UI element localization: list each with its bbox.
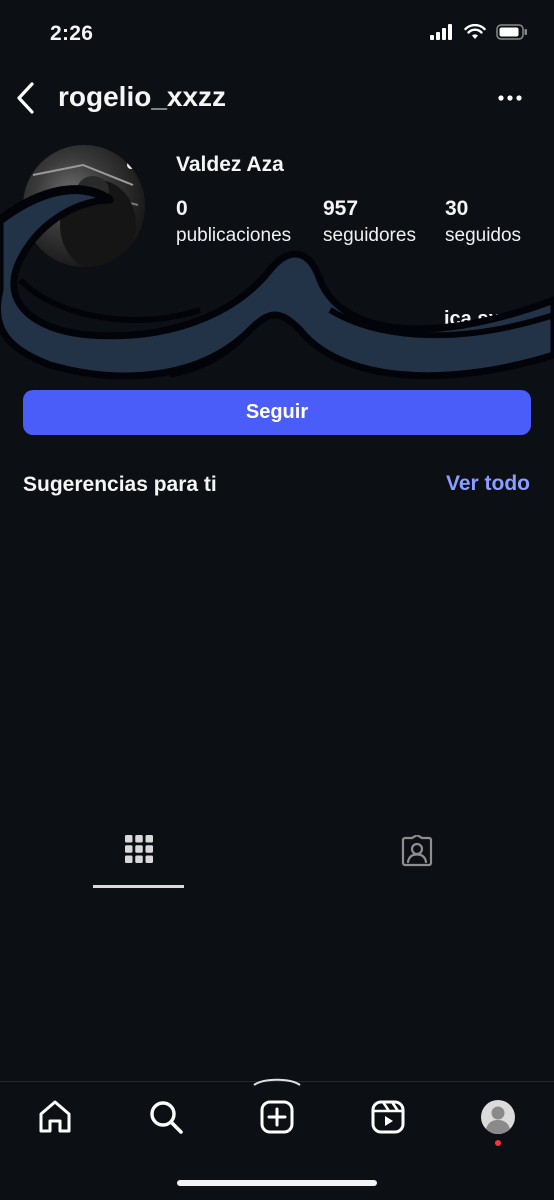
stat-following-label: seguidos — [445, 225, 522, 246]
notification-dot — [495, 1140, 501, 1146]
nav-create[interactable] — [255, 1095, 299, 1139]
profile-avatar[interactable] — [23, 145, 145, 267]
more-dots-icon — [498, 95, 522, 101]
see-all-link[interactable]: Ver todo — [446, 472, 530, 496]
stat-posts[interactable]: 0 publicaciones — [176, 197, 291, 247]
follow-button[interactable]: Seguir — [23, 390, 531, 435]
nav-profile[interactable] — [476, 1095, 520, 1139]
nav-home[interactable] — [33, 1095, 77, 1139]
stat-posts-label: publicaciones — [176, 225, 292, 246]
profile-icon — [481, 1100, 515, 1134]
stat-following[interactable]: 30 seguidos — [445, 197, 521, 247]
wifi-icon — [464, 24, 486, 39]
stat-followers-label: seguidores — [323, 225, 416, 246]
profile-username: rogelio_xxzz — [58, 81, 227, 112]
grid-icon — [124, 835, 153, 863]
suggestions-title: Sugerencias para ti — [23, 473, 217, 496]
stat-followers-count: 957 — [323, 197, 359, 220]
reels-icon — [371, 1100, 405, 1134]
search-icon — [150, 1101, 183, 1134]
profile-display-name: Valdez Aza — [176, 153, 284, 176]
create-icon — [260, 1100, 294, 1134]
stat-posts-count: 0 — [176, 197, 188, 220]
signal-icon — [430, 24, 452, 40]
chevron-left-icon — [17, 82, 34, 114]
nav-highlight-arc — [253, 1078, 301, 1086]
battery-icon — [496, 24, 527, 40]
more-options-button[interactable] — [490, 84, 530, 112]
stat-following-count: 30 — [445, 197, 469, 220]
nav-reels[interactable] — [366, 1095, 410, 1139]
avatar-photo — [27, 161, 139, 267]
bio-partial-text: ica sx — [444, 308, 500, 330]
active-tab-indicator — [93, 885, 184, 888]
stat-followers[interactable]: 957 seguidores — [323, 197, 416, 247]
tagged-icon — [401, 835, 433, 867]
tab-posts-grid[interactable] — [93, 835, 184, 887]
back-button[interactable] — [8, 78, 42, 118]
nav-search[interactable] — [144, 1095, 188, 1139]
status-icons — [430, 24, 528, 40]
status-time: 2:26 — [50, 22, 94, 45]
tab-tagged[interactable] — [372, 835, 462, 887]
home-icon — [39, 1100, 71, 1133]
home-indicator — [177, 1180, 377, 1186]
